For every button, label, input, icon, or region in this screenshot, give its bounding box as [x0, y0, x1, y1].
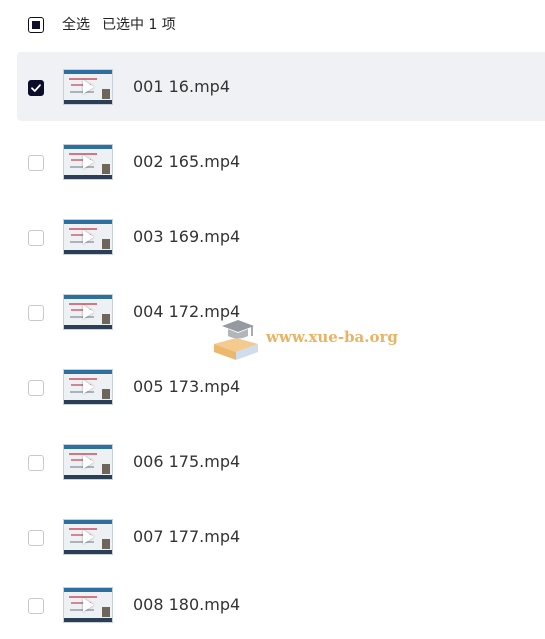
file-name[interactable]: 003 169.mp4: [133, 226, 240, 248]
video-thumbnail[interactable]: [63, 144, 113, 180]
file-row[interactable]: 007 177.mp4: [17, 502, 545, 571]
play-icon: [83, 155, 94, 169]
row-checkbox[interactable]: [28, 155, 44, 171]
file-row[interactable]: 006 175.mp4: [17, 427, 545, 496]
file-name[interactable]: 005 173.mp4: [133, 376, 240, 398]
video-thumbnail[interactable]: [63, 519, 113, 555]
file-name[interactable]: 006 175.mp4: [133, 451, 240, 473]
graduation-cap-book-icon: [214, 320, 258, 360]
select-all-label[interactable]: 全选: [62, 16, 90, 34]
row-checkbox[interactable]: [28, 230, 44, 246]
row-checkbox[interactable]: [28, 80, 44, 96]
file-name[interactable]: 007 177.mp4: [133, 526, 240, 548]
play-icon: [83, 230, 94, 244]
row-checkbox[interactable]: [28, 380, 44, 396]
row-checkbox[interactable]: [28, 598, 44, 614]
play-icon: [83, 305, 94, 319]
file-row[interactable]: 001 16.mp4: [17, 52, 545, 121]
play-icon: [83, 380, 94, 394]
file-name[interactable]: 008 180.mp4: [133, 594, 240, 616]
file-row[interactable]: 008 180.mp4: [17, 570, 545, 639]
file-row[interactable]: 003 169.mp4: [17, 202, 545, 271]
checkmark-icon: [31, 84, 41, 92]
row-checkbox[interactable]: [28, 455, 44, 471]
play-icon: [83, 455, 94, 469]
play-icon: [83, 80, 94, 94]
video-thumbnail[interactable]: [63, 587, 113, 623]
file-row[interactable]: 002 165.mp4: [17, 127, 545, 196]
video-thumbnail[interactable]: [63, 69, 113, 105]
file-name[interactable]: 002 165.mp4: [133, 151, 240, 173]
video-thumbnail[interactable]: [63, 294, 113, 330]
selected-count-text: 已选中 1 项: [102, 17, 176, 33]
row-checkbox[interactable]: [28, 305, 44, 321]
selection-header: 全选 已选中 1 项: [0, 0, 545, 52]
watermark-text: www.xue-ba.org: [266, 328, 398, 346]
video-thumbnail[interactable]: [63, 444, 113, 480]
row-checkbox[interactable]: [28, 530, 44, 546]
video-thumbnail[interactable]: [63, 369, 113, 405]
play-icon: [83, 598, 94, 612]
play-icon: [83, 530, 94, 544]
file-name[interactable]: 001 16.mp4: [133, 76, 230, 98]
select-all-checkbox[interactable]: [28, 17, 44, 33]
site-watermark: www.xue-ba.org: [210, 316, 400, 364]
file-list-page: 全选 已选中 1 项 001 16.mp4 002 165.mp4 003 16…: [0, 0, 545, 639]
video-thumbnail[interactable]: [63, 219, 113, 255]
